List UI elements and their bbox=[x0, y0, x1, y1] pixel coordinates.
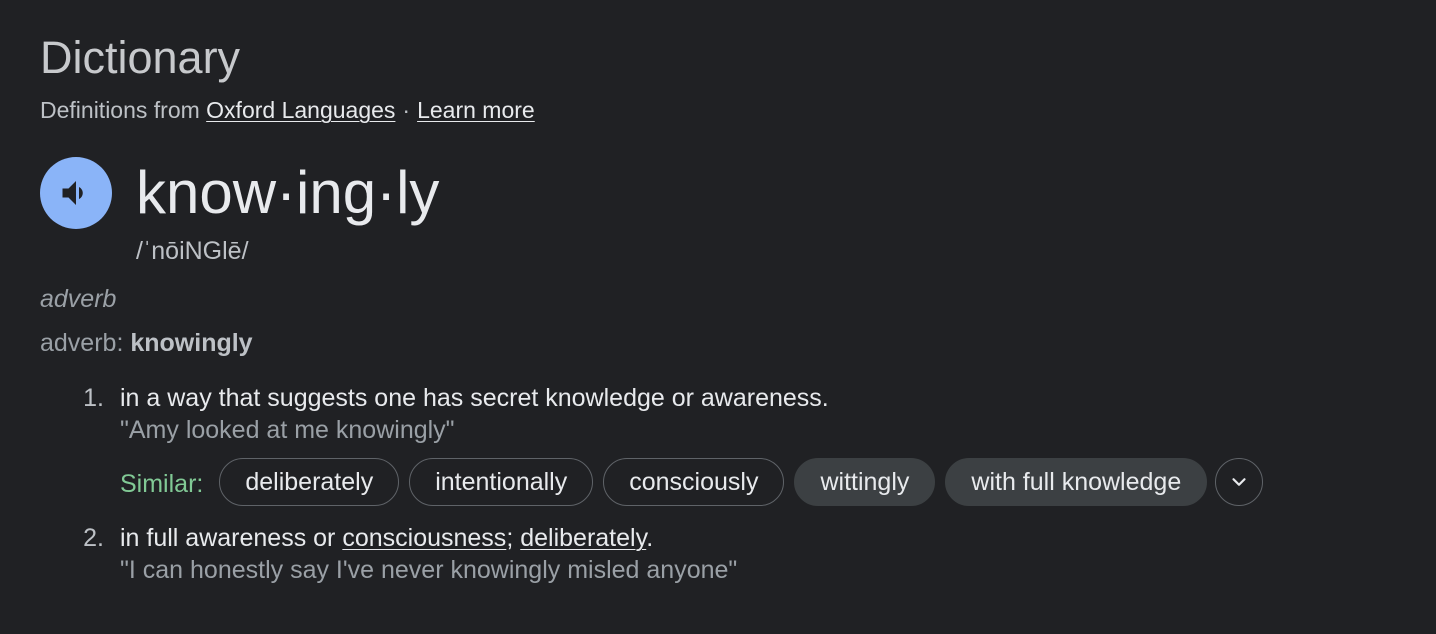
sense-body: in full awareness or consciousness; deli… bbox=[120, 522, 737, 586]
source-prefix: Definitions from bbox=[40, 97, 200, 123]
headword: know·ing·ly bbox=[136, 159, 440, 226]
similar-chip-with-full-knowledge[interactable]: with full knowledge bbox=[945, 458, 1208, 506]
dictionary-heading: Dictionary bbox=[40, 32, 241, 83]
deliberately-link[interactable]: deliberately bbox=[520, 524, 646, 552]
similar-chip-consciously[interactable]: consciously bbox=[603, 458, 785, 506]
phonetic-spelling: /ˈnōiNGlē/ bbox=[136, 237, 249, 265]
word-form-pos: adverb bbox=[40, 329, 117, 357]
dictionary-card: Dictionary Definitions from Oxford Langu… bbox=[40, 0, 1436, 634]
definition-prefix: in full awareness or bbox=[120, 524, 343, 552]
similar-chip-deliberately[interactable]: deliberately bbox=[219, 458, 400, 506]
expand-similar-button[interactable] bbox=[1215, 458, 1264, 506]
part-of-speech: adverb bbox=[40, 285, 117, 313]
speaker-icon bbox=[62, 181, 83, 205]
similar-words-row: Similar: deliberately intentionally cons… bbox=[120, 458, 1264, 506]
definition-text: in full awareness or consciousness; deli… bbox=[120, 522, 737, 554]
word-form-line: adverb: knowingly bbox=[40, 328, 253, 358]
learn-more-link[interactable]: Learn more bbox=[417, 97, 535, 123]
pronunciation-play-button[interactable] bbox=[40, 157, 112, 229]
word-form-colon: : bbox=[116, 329, 131, 357]
definition-suffix: . bbox=[646, 524, 654, 552]
similar-chip-wittingly[interactable]: wittingly bbox=[794, 458, 936, 506]
sense-number: 1. bbox=[83, 384, 104, 412]
sense-number: 2. bbox=[83, 524, 104, 552]
example-text: "Amy looked at me knowingly" bbox=[120, 416, 455, 444]
source-line: Definitions from Oxford Languages · Learn … bbox=[40, 96, 535, 124]
chevron-down-icon bbox=[1232, 478, 1246, 486]
similar-label: Similar: bbox=[120, 469, 204, 498]
oxford-languages-link[interactable]: Oxford Languages bbox=[206, 97, 395, 123]
consciousness-link[interactable]: consciousness bbox=[342, 524, 506, 552]
source-separator: · bbox=[402, 97, 411, 123]
similar-chip-intentionally[interactable]: intentionally bbox=[409, 458, 594, 506]
example-text: "I can honestly say I've never knowingly… bbox=[120, 556, 738, 584]
definition-middle: ; bbox=[506, 524, 521, 552]
definition-text: in a way that suggests one has secret kn… bbox=[120, 384, 829, 412]
word-form-word: knowingly bbox=[130, 329, 253, 357]
sense-body: in a way that suggests one has secret kn… bbox=[120, 382, 829, 446]
